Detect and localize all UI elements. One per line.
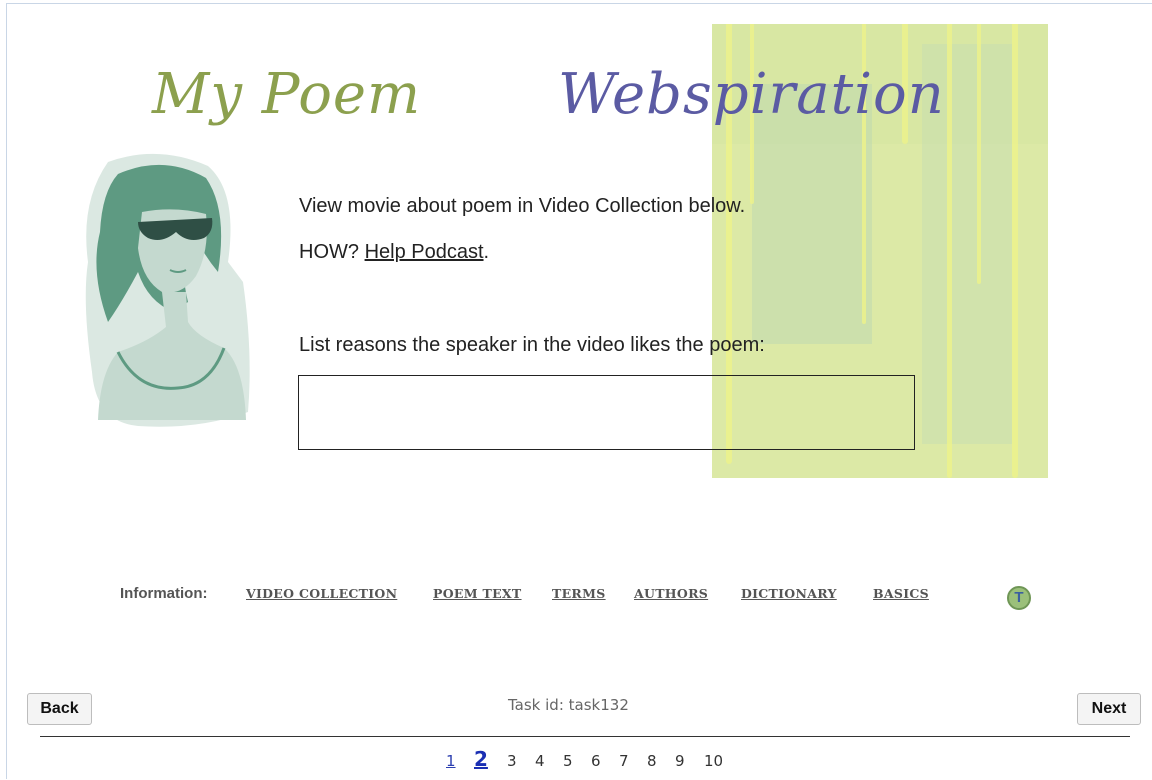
task-id: Task id: task132 [508, 696, 629, 714]
page-1-link[interactable]: 1 [446, 752, 456, 770]
page-10[interactable]: 10 [704, 752, 723, 770]
title-webspiration: Webspiration [558, 62, 945, 127]
link-poem-text[interactable]: POEM TEXT [433, 586, 522, 601]
footer-divider [40, 736, 1130, 737]
instruction-text: View movie about poem in Video Collectio… [299, 195, 746, 217]
page-2-current[interactable]: 2 [474, 747, 488, 771]
reasons-input[interactable] [298, 375, 915, 450]
page-9[interactable]: 9 [675, 752, 685, 770]
help-podcast-link[interactable]: Help Podcast [365, 241, 484, 263]
link-basics[interactable]: BASICS [873, 586, 929, 601]
next-button[interactable]: Next [1077, 693, 1141, 725]
page-3[interactable]: 3 [507, 752, 517, 770]
t-badge-icon[interactable]: T [1007, 586, 1031, 610]
how-suffix: . [483, 241, 490, 263]
prompt-text: List reasons the speaker in the video li… [299, 334, 765, 356]
link-dictionary[interactable]: DICTIONARY [741, 586, 837, 601]
link-terms[interactable]: TERMS [552, 586, 606, 601]
information-label: Information: [120, 585, 208, 602]
link-video-collection[interactable]: VIDEO COLLECTION [246, 586, 397, 601]
page-7[interactable]: 7 [619, 752, 629, 770]
page-4[interactable]: 4 [535, 752, 545, 770]
page-8[interactable]: 8 [647, 752, 657, 770]
page-5[interactable]: 5 [563, 752, 573, 770]
how-line: HOW? Help Podcast. [299, 241, 489, 264]
girl-illustration [85, 153, 250, 427]
how-prefix: HOW? [299, 241, 365, 263]
title-my-poem: My Poem [152, 62, 422, 127]
back-button[interactable]: Back [27, 693, 92, 725]
page-6[interactable]: 6 [591, 752, 601, 770]
link-authors[interactable]: AUTHORS [634, 586, 708, 601]
